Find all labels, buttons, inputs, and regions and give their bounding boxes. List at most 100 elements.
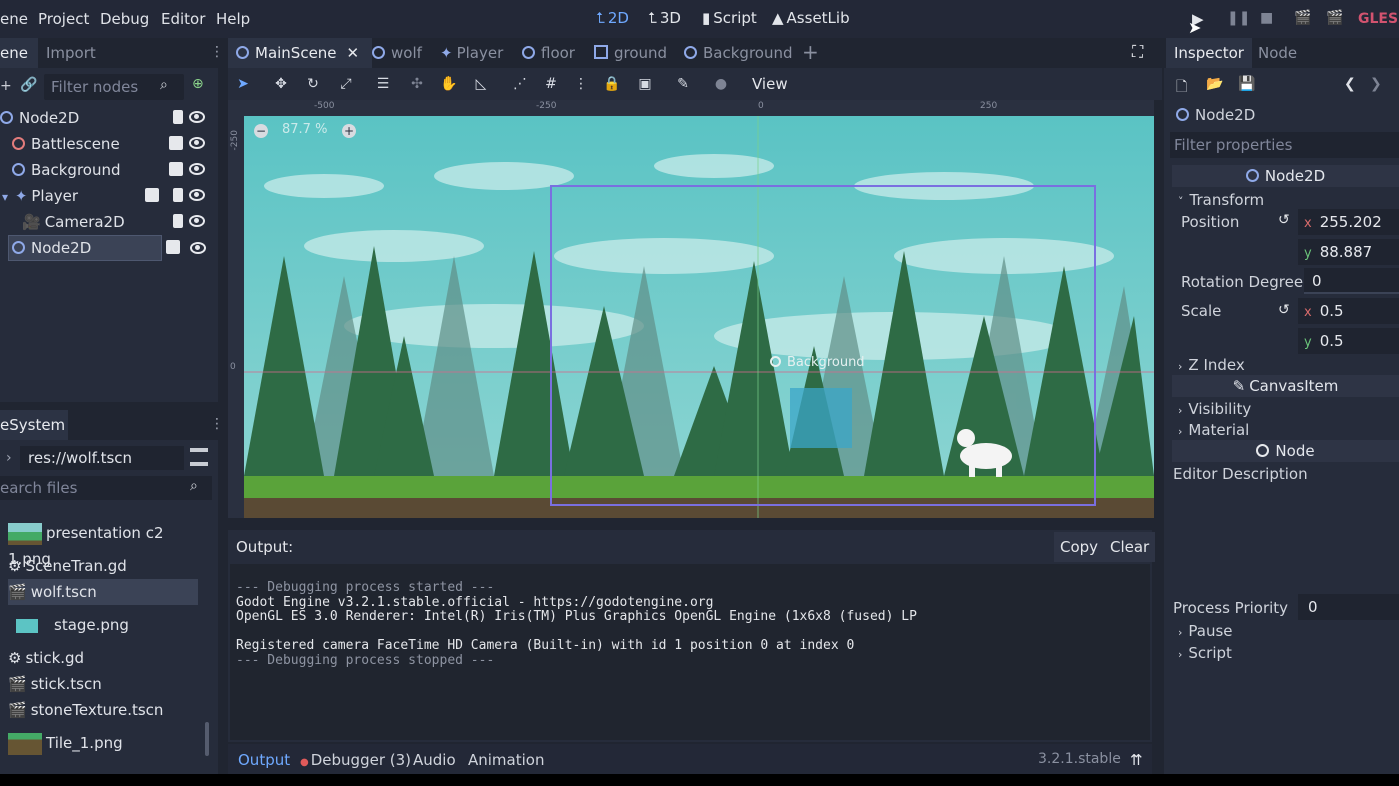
- tab-wolf[interactable]: wolf: [364, 38, 430, 68]
- play-custom-scene-icon[interactable]: 🎬: [1326, 10, 1343, 26]
- menu-project[interactable]: Project: [38, 10, 89, 28]
- lock-icon[interactable]: 🔒: [603, 76, 621, 92]
- dock-menu-icon[interactable]: ⋮: [210, 416, 224, 432]
- file-item[interactable]: ⚙ stick.gd: [8, 645, 198, 671]
- file-item[interactable]: presentation c2 1.png: [8, 520, 198, 568]
- fullscreen-icon[interactable]: ⛶: [1132, 42, 1143, 62]
- copy-button[interactable]: Copy: [1054, 532, 1105, 562]
- tab-output[interactable]: Output: [238, 751, 290, 769]
- visibility-eye-icon[interactable]: [190, 242, 206, 254]
- view-menu[interactable]: View: [752, 75, 788, 93]
- visibility-eye-icon[interactable]: [189, 189, 205, 201]
- pivot-tool-icon[interactable]: ✣: [408, 76, 426, 92]
- filter-nodes-input[interactable]: Filter nodes ⌕: [44, 74, 184, 100]
- camera-override-icon[interactable]: ●: [712, 76, 730, 92]
- assetlib-button[interactable]: ▲ AssetLib: [772, 9, 850, 27]
- visibility-eye-icon[interactable]: [189, 163, 205, 175]
- bone-icon[interactable]: ✎: [674, 76, 692, 92]
- filter-properties-input[interactable]: Filter properties: [1170, 132, 1399, 158]
- expand-panel-icon[interactable]: ⇈: [1130, 751, 1143, 769]
- mode-2d-button[interactable]: ⮤ 2D: [596, 9, 629, 27]
- menu-debug[interactable]: Debug: [100, 10, 149, 28]
- mode-3d-button[interactable]: ⮤ 3D: [648, 9, 681, 27]
- revert-icon[interactable]: ↺: [1278, 302, 1290, 318]
- menu-help[interactable]: Help: [216, 10, 250, 28]
- history-back-icon[interactable]: ❮: [1344, 76, 1356, 92]
- scrollbar[interactable]: [205, 722, 209, 756]
- renderer-label[interactable]: GLES3: [1358, 11, 1399, 27]
- rotation-field[interactable]: 0: [1304, 268, 1399, 294]
- play-scene-icon[interactable]: 🎬: [1294, 10, 1311, 26]
- menu-scene[interactable]: ene: [0, 10, 28, 28]
- file-item-selected[interactable]: 🎬 wolf.tscn: [8, 579, 198, 605]
- tree-node-node2d-selected[interactable]: Node2D: [8, 235, 162, 261]
- snap-options-icon[interactable]: ⋮: [572, 76, 590, 92]
- script-button[interactable]: ▮ Script: [702, 9, 757, 27]
- script-section[interactable]: › Script: [1178, 640, 1399, 666]
- open-folder-icon[interactable]: 📂: [1206, 76, 1223, 92]
- add-tab-icon[interactable]: +: [802, 40, 819, 64]
- save-icon[interactable]: 💾: [1238, 76, 1255, 92]
- tab-inspector[interactable]: Inspector: [1166, 38, 1252, 68]
- rotate-tool-icon[interactable]: ↻: [304, 76, 322, 92]
- editor-description-field[interactable]: [1173, 488, 1393, 588]
- pause-icon[interactable]: ❚❚: [1227, 10, 1250, 26]
- tab-audio[interactable]: Audio: [413, 751, 456, 769]
- history-forward-icon[interactable]: ❯: [1370, 76, 1382, 92]
- list-select-icon[interactable]: ☰: [374, 76, 392, 92]
- nav-back-icon[interactable]: ›: [6, 450, 12, 466]
- smart-snap-icon[interactable]: ⋰: [511, 76, 529, 92]
- pan-tool-icon[interactable]: ✋: [440, 76, 458, 92]
- visibility-eye-icon[interactable]: [189, 111, 205, 123]
- visibility-eye-icon[interactable]: [189, 137, 205, 149]
- link-icon[interactable]: 🔗: [20, 77, 37, 93]
- tab-debugger[interactable]: ● Debugger (3): [300, 751, 411, 769]
- close-icon[interactable]: ✕: [347, 44, 360, 62]
- tree-node-background[interactable]: Background: [0, 158, 215, 182]
- tab-filesystem[interactable]: eSystem: [0, 410, 68, 440]
- process-priority-field[interactable]: 0: [1298, 594, 1399, 620]
- path-field[interactable]: res://wolf.tscn: [20, 446, 184, 470]
- script-attached-icon[interactable]: [173, 214, 183, 228]
- stop-icon[interactable]: ■: [1260, 10, 1273, 26]
- split-mode-icon[interactable]: [190, 448, 208, 466]
- file-item[interactable]: stage.png: [8, 612, 198, 638]
- inspector-node-path[interactable]: Node2D: [1176, 102, 1399, 128]
- collapse-arrow-icon[interactable]: ▾: [2, 190, 8, 204]
- zoom-level[interactable]: 87.7 %: [282, 122, 327, 137]
- open-scene-icon[interactable]: [169, 136, 183, 150]
- select-tool-icon[interactable]: ➤: [234, 76, 252, 92]
- zoom-out-icon[interactable]: −: [254, 124, 268, 138]
- new-resource-icon[interactable]: 🗋: [1176, 76, 1187, 100]
- zoom-in-icon[interactable]: +: [342, 124, 356, 138]
- tab-scene[interactable]: ene: [0, 38, 38, 68]
- file-item[interactable]: Tile_1.png: [8, 730, 198, 756]
- scale-y-field[interactable]: y 0.5: [1298, 328, 1399, 354]
- add-node-icon[interactable]: +: [0, 78, 12, 94]
- rotation-slider[interactable]: [1304, 292, 1399, 294]
- open-scene-icon[interactable]: [145, 188, 159, 202]
- viewport-2d[interactable]: − 87.7 % + Background: [244, 116, 1154, 518]
- position-y-field[interactable]: y 88.887: [1298, 239, 1399, 265]
- tree-node-camera2d[interactable]: 🎥 Camera2D: [0, 210, 215, 234]
- menu-editor[interactable]: Editor: [161, 10, 205, 28]
- tree-node-node2d-root[interactable]: Node2D: [0, 106, 215, 130]
- dock-menu-icon[interactable]: ⋮: [210, 44, 224, 60]
- open-scene-icon[interactable]: [169, 162, 183, 176]
- revert-icon[interactable]: ↺: [1278, 212, 1290, 228]
- tab-ground[interactable]: ground: [586, 38, 675, 68]
- search-files-input[interactable]: earch files ⌕: [0, 476, 212, 500]
- script-attached-icon[interactable]: [173, 110, 183, 124]
- tab-animation[interactable]: Animation: [468, 751, 544, 769]
- script-attached-icon[interactable]: [173, 188, 183, 202]
- tab-player[interactable]: ✦ Player: [432, 38, 511, 68]
- grid-snap-icon[interactable]: #: [542, 76, 560, 92]
- tab-import[interactable]: Import: [38, 38, 104, 68]
- position-x-field[interactable]: x 255.202: [1298, 209, 1399, 235]
- scale-x-field[interactable]: x 0.5: [1298, 298, 1399, 324]
- clear-button[interactable]: Clear: [1104, 532, 1156, 562]
- visibility-eye-icon[interactable]: [189, 215, 205, 227]
- tab-mainscene[interactable]: MainScene ✕: [228, 38, 372, 68]
- group-icon[interactable]: ▣: [636, 76, 654, 92]
- tab-node[interactable]: Node: [1250, 38, 1305, 68]
